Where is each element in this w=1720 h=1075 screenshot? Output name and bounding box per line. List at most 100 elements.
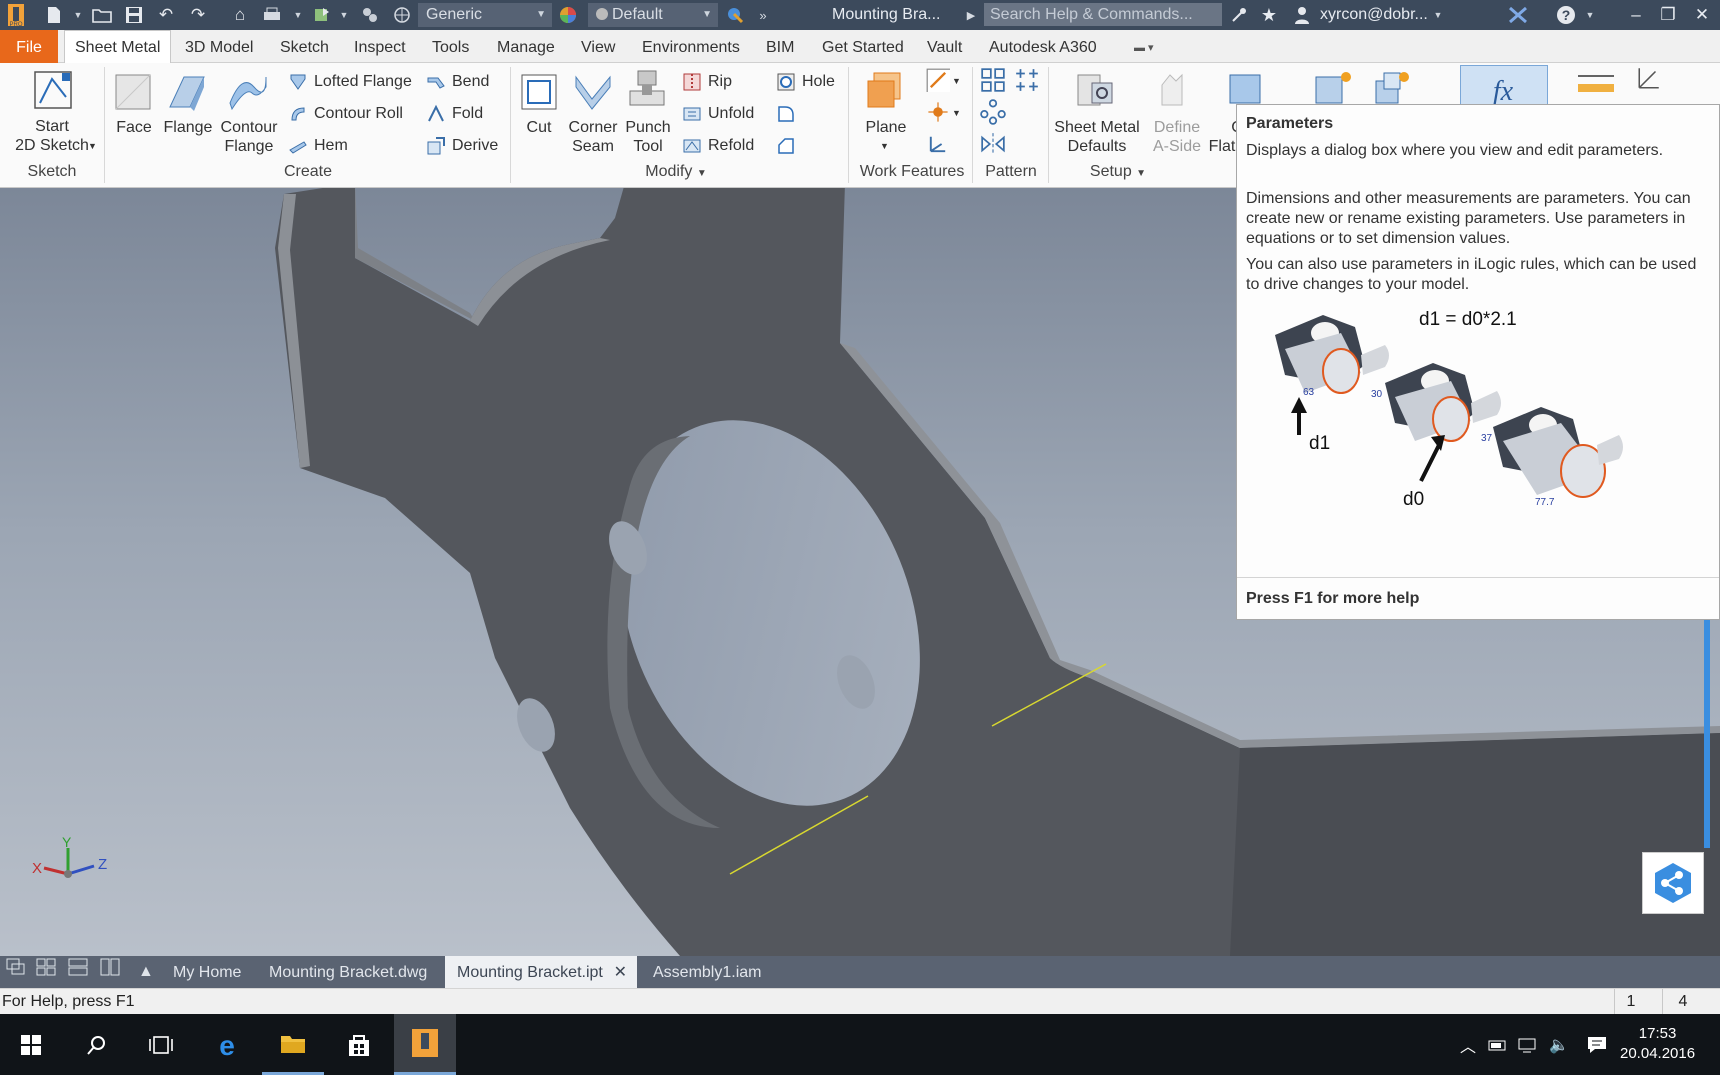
- tab-vault[interactable]: Vault: [927, 30, 962, 63]
- mirror-button[interactable]: [980, 131, 1006, 157]
- rip-button[interactable]: Rip: [682, 69, 732, 95]
- corner-seam-label-1: Corner: [568, 119, 618, 136]
- group-modify-label[interactable]: Modify ▼: [640, 163, 712, 181]
- work-axis-chevron-icon: ▼: [952, 76, 961, 86]
- redo-icon[interactable]: ↷: [184, 0, 212, 30]
- adjust-appearance-icon[interactable]: [722, 0, 748, 30]
- material-combo[interactable]: Generic ▼: [418, 3, 552, 27]
- user-account-icon[interactable]: [1288, 0, 1316, 30]
- tab-mounting-bracket-ipt[interactable]: Mounting Bracket.ipt ✕: [445, 956, 637, 988]
- update-icon[interactable]: [308, 0, 336, 30]
- tab-view[interactable]: View: [581, 30, 615, 63]
- select-icon[interactable]: [356, 0, 384, 30]
- new-dropdown-chevron-icon[interactable]: ▼: [72, 0, 84, 30]
- work-axis-button[interactable]: ▼: [926, 67, 961, 93]
- new-file-icon[interactable]: [40, 0, 68, 30]
- cascade-windows-icon[interactable]: [6, 956, 26, 988]
- tab-file[interactable]: File: [0, 30, 58, 63]
- tab-mounting-bracket-dwg[interactable]: Mounting Bracket.dwg: [269, 956, 427, 988]
- tray-volume-icon[interactable]: 🔈: [1546, 1014, 1572, 1075]
- tab-sketch[interactable]: Sketch: [280, 30, 329, 63]
- user-name[interactable]: xyrcon@dobr...: [1320, 0, 1428, 30]
- window-list-up-icon[interactable]: ▲: [138, 956, 154, 988]
- tile-horizontal-icon[interactable]: [68, 956, 88, 988]
- inventor-taskbar-icon[interactable]: [394, 1014, 456, 1075]
- rectangular-pattern-button[interactable]: [980, 67, 1006, 93]
- view-triad[interactable]: X Y Z: [30, 834, 120, 898]
- appearance-combo[interactable]: Default ▼: [588, 3, 718, 27]
- unfold-button[interactable]: Unfold: [682, 101, 754, 127]
- taskbar-clock[interactable]: 17:53 20.04.2016: [1620, 1024, 1695, 1064]
- inspect-tool-button[interactable]: [1636, 65, 1668, 91]
- corner-chamfer-button[interactable]: [776, 133, 802, 159]
- update-dropdown-chevron-icon[interactable]: ▼: [338, 0, 350, 30]
- exchange-apps-icon[interactable]: [1504, 0, 1532, 30]
- tray-battery-icon[interactable]: [1486, 1014, 1510, 1075]
- start-windows-icon[interactable]: [0, 1014, 62, 1075]
- tab-tools[interactable]: Tools: [432, 30, 469, 63]
- fold-button[interactable]: Fold: [426, 101, 483, 127]
- undo-icon[interactable]: ↶: [152, 0, 180, 30]
- tray-overflow-chevron-icon[interactable]: ︿: [1456, 1014, 1480, 1075]
- edge-browser-icon[interactable]: e: [196, 1014, 258, 1075]
- action-center-icon[interactable]: [1582, 1014, 1612, 1075]
- tab-sheet-metal[interactable]: Sheet Metal: [64, 30, 172, 63]
- more-tools-chevron-icon[interactable]: »: [752, 0, 774, 30]
- viewport-scroll-indicator[interactable]: [1704, 618, 1710, 848]
- inventor-logo-icon[interactable]: PRO: [2, 0, 30, 30]
- share-view-button[interactable]: [1642, 852, 1704, 914]
- parameters-button[interactable]: fx: [1460, 65, 1548, 106]
- refold-button[interactable]: Refold: [682, 133, 754, 159]
- restore-icon[interactable]: ❐: [1652, 0, 1684, 30]
- open-folder-icon[interactable]: [88, 0, 116, 30]
- contour-roll-button[interactable]: Contour Roll: [288, 101, 403, 127]
- store-icon[interactable]: [328, 1014, 390, 1075]
- favorites-star-icon[interactable]: ★: [1256, 0, 1282, 30]
- material-sphere-icon[interactable]: [388, 0, 416, 30]
- bend-button[interactable]: Bend: [426, 69, 489, 95]
- home-icon[interactable]: ⌂: [226, 0, 254, 30]
- search-icon[interactable]: [66, 1014, 128, 1075]
- save-icon[interactable]: [120, 0, 148, 30]
- print-icon[interactable]: [258, 0, 286, 30]
- tab-autodesk-a360[interactable]: Autodesk A360: [989, 30, 1097, 63]
- tab-assembly1-iam[interactable]: Assembly1.iam: [653, 956, 761, 988]
- close-icon[interactable]: ✕: [1686, 0, 1718, 30]
- ribbon-display-toggle-icon[interactable]: ▬ ▾: [1134, 30, 1154, 63]
- tab-my-home[interactable]: My Home: [173, 956, 241, 988]
- minimize-icon[interactable]: –: [1620, 0, 1652, 30]
- tile-vertical-icon[interactable]: [100, 956, 120, 988]
- tab-bim[interactable]: BIM: [766, 30, 794, 63]
- tile-windows-icon[interactable]: [36, 956, 56, 988]
- group-sketch-label: Sketch: [27, 163, 77, 180]
- file-explorer-icon[interactable]: [262, 1014, 324, 1075]
- measure-button[interactable]: [1576, 69, 1622, 95]
- task-view-icon[interactable]: [130, 1014, 192, 1075]
- tab-environments[interactable]: Environments: [642, 30, 740, 63]
- tab-inspect[interactable]: Inspect: [354, 30, 406, 63]
- group-setup-label[interactable]: Setup ▼: [1078, 163, 1158, 181]
- pattern-extra-button[interactable]: [1014, 67, 1040, 93]
- help-dropdown-chevron-icon[interactable]: ▼: [1584, 0, 1596, 30]
- circular-pattern-button[interactable]: [980, 99, 1006, 125]
- lofted-flange-button[interactable]: Lofted Flange: [288, 69, 412, 95]
- tab-close-icon[interactable]: ✕: [614, 956, 627, 990]
- sign-in-key-icon[interactable]: [1226, 0, 1252, 30]
- color-wheel-icon[interactable]: [556, 0, 580, 30]
- tab-get-started[interactable]: Get Started: [822, 30, 904, 63]
- print-dropdown-chevron-icon[interactable]: ▼: [292, 0, 304, 30]
- ucs-button[interactable]: [926, 131, 950, 157]
- tray-network-icon[interactable]: [1514, 1014, 1540, 1075]
- corner-round-button[interactable]: [776, 101, 802, 127]
- title-arrow-icon[interactable]: ▶: [964, 0, 978, 30]
- tab-3d-model[interactable]: 3D Model: [185, 30, 253, 63]
- help-icon[interactable]: ?: [1552, 0, 1580, 30]
- derive-button[interactable]: Derive: [426, 133, 498, 159]
- hem-button[interactable]: Hem: [288, 133, 348, 159]
- work-point-button[interactable]: ▼: [926, 99, 961, 125]
- hole-button[interactable]: Hole: [776, 69, 835, 95]
- tab-manage[interactable]: Manage: [497, 30, 555, 63]
- user-dropdown-chevron-icon[interactable]: ▼: [1432, 0, 1444, 30]
- help-search-input[interactable]: Search Help & Commands...: [984, 3, 1222, 26]
- convert-icon: [1315, 72, 1351, 104]
